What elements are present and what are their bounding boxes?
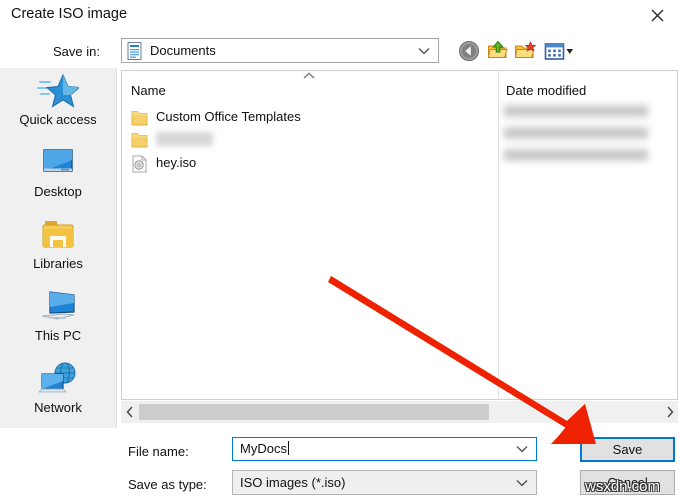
save-in-combobox[interactable]: Documents (121, 38, 439, 63)
save-as-type-value: ISO images (*.iso) (240, 475, 346, 490)
sidebar-item-label: Desktop (34, 184, 82, 199)
sidebar-item-label: Quick access (19, 112, 97, 127)
create-iso-image-dialog: Create ISO image Save in: Documents Quic… (0, 0, 680, 501)
text-caret (287, 441, 289, 455)
libraries-folder-icon (42, 221, 74, 248)
desktop-monitor-icon (43, 149, 73, 172)
this-pc-icon (41, 291, 75, 320)
redacted-date-values (504, 101, 648, 173)
sidebar-item-this-pc[interactable]: This PC (0, 284, 116, 356)
sidebar-item-label: Libraries (33, 256, 83, 271)
column-divider (498, 71, 499, 400)
save-as-type-label: Save as type: (128, 477, 207, 492)
column-header-name[interactable]: Name (131, 83, 166, 98)
new-folder-button[interactable] (514, 40, 537, 62)
places-sidebar: Quick access Desktop Libraries This PC N… (0, 68, 117, 428)
back-arrow-icon (459, 41, 479, 61)
horizontal-scrollbar[interactable] (121, 401, 678, 423)
scroll-left-button[interactable] (121, 401, 138, 423)
file-name-label: hey.iso (156, 155, 197, 170)
save-button[interactable]: Save (580, 437, 675, 462)
views-button[interactable] (544, 40, 574, 62)
quick-access-star-icon (37, 73, 79, 108)
sidebar-item-network[interactable]: Network (0, 356, 116, 428)
save-in-value: Documents (150, 43, 216, 58)
network-globe-icon (38, 362, 76, 393)
chevron-down-icon[interactable] (516, 445, 528, 453)
title-bar: Create ISO image (0, 0, 680, 30)
sidebar-item-desktop[interactable]: Desktop (0, 140, 116, 212)
sidebar-item-label: Network (34, 400, 82, 415)
documents-folder-icon (127, 42, 142, 60)
window-title: Create ISO image (11, 6, 128, 22)
views-grid-icon (544, 43, 573, 60)
site-watermark: wsxdn.com (585, 478, 661, 495)
chevron-right-icon (666, 406, 674, 418)
folder-up-arrow-icon (487, 40, 508, 58)
new-folder-icon (514, 41, 537, 58)
folder-icon (131, 111, 148, 126)
chevron-left-icon (125, 406, 133, 418)
chevron-down-icon[interactable] (516, 479, 528, 487)
folder-icon (131, 133, 148, 148)
file-name-label: File name: (128, 444, 189, 459)
file-name-input[interactable]: MyDocs (232, 437, 537, 461)
file-list-panel: Name Date modified Custom Office Templat… (121, 70, 678, 400)
file-name-value: MyDocs (240, 441, 289, 456)
scrollbar-thumb[interactable] (139, 404, 489, 420)
iso-disc-file-icon (132, 155, 147, 173)
save-in-label: Save in: (53, 44, 100, 59)
chevron-down-icon (418, 47, 430, 54)
sidebar-item-libraries[interactable]: Libraries (0, 212, 116, 284)
scroll-right-button[interactable] (661, 401, 678, 423)
close-button[interactable] (635, 0, 680, 30)
sidebar-item-label: This PC (34, 328, 82, 343)
column-header-date-modified[interactable]: Date modified (506, 83, 586, 98)
sidebar-item-quick-access[interactable]: Quick access (0, 68, 116, 140)
close-icon (651, 9, 664, 21)
redacted-file-name (156, 132, 213, 146)
sort-ascending-icon (303, 72, 315, 79)
back-button[interactable] (458, 40, 480, 62)
file-name-label: Custom Office Templates (156, 109, 301, 124)
save-as-type-combobox[interactable]: ISO images (*.iso) (232, 470, 537, 495)
up-one-level-button[interactable] (487, 40, 509, 62)
